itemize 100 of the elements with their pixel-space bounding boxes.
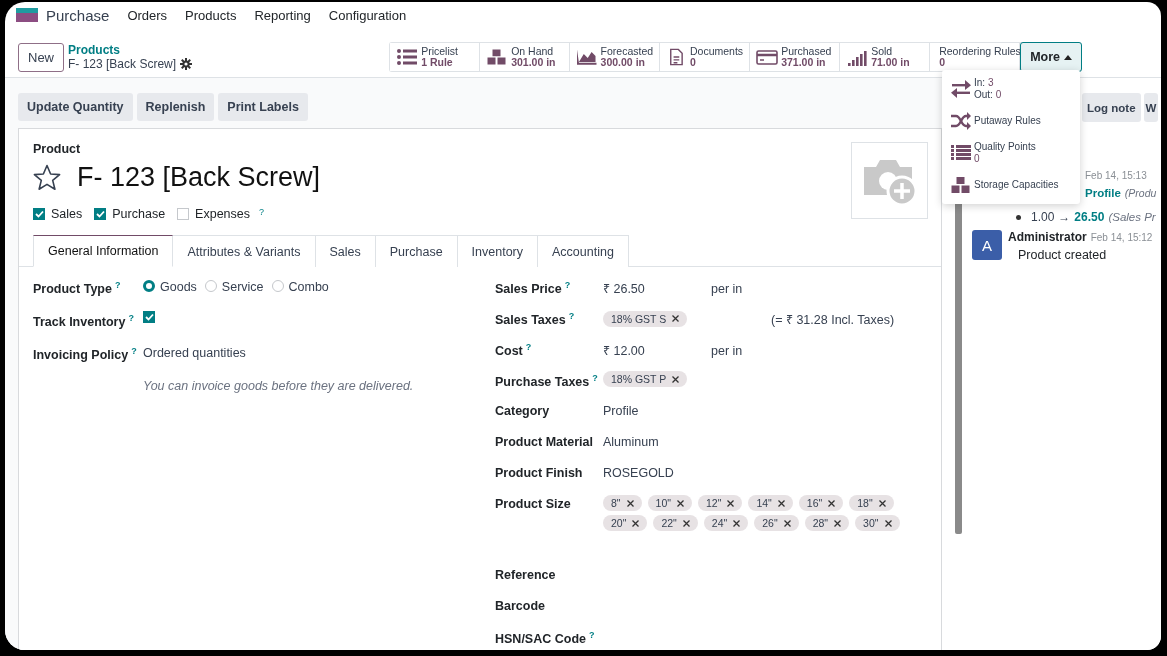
radio-label: Goods bbox=[160, 279, 197, 294]
tag[interactable]: 20" bbox=[603, 515, 648, 531]
unit-label: per in bbox=[711, 280, 743, 296]
menu-item[interactable]: Quality Points 0 bbox=[942, 138, 1080, 168]
menu-item[interactable]: In: 3 Out: 0 bbox=[942, 74, 1080, 104]
credit-card-icon bbox=[756, 48, 779, 66]
field-value[interactable]: Profile bbox=[603, 402, 639, 418]
action-button[interactable]: Replenish bbox=[136, 93, 215, 121]
tag[interactable]: 18% GST S bbox=[603, 310, 688, 327]
remove-icon[interactable] bbox=[884, 519, 892, 527]
tag[interactable]: 12" bbox=[698, 495, 743, 511]
remove-icon[interactable] bbox=[672, 315, 680, 322]
tag[interactable]: 18" bbox=[849, 495, 894, 511]
checkbox[interactable] bbox=[177, 208, 190, 220]
tab[interactable]: Sales bbox=[315, 235, 376, 267]
remove-icon[interactable] bbox=[672, 375, 680, 383]
remove-icon[interactable] bbox=[834, 519, 842, 527]
remove-icon[interactable] bbox=[777, 499, 785, 507]
smart-button[interactable]: Pricelist 1 Rule bbox=[390, 43, 481, 71]
arrow-icon: → bbox=[1058, 210, 1071, 224]
tab[interactable]: Attributes & Variants bbox=[173, 235, 316, 267]
star-icon[interactable] bbox=[33, 164, 61, 191]
remove-icon[interactable] bbox=[727, 499, 735, 507]
tab[interactable]: General Information bbox=[33, 235, 174, 267]
menu-item[interactable]: Putaway Rules bbox=[942, 106, 1080, 136]
new-button[interactable]: New bbox=[18, 42, 64, 72]
tracking-field: (Produ bbox=[1124, 187, 1157, 199]
checkbox-label: Purchase bbox=[112, 207, 166, 221]
tag[interactable]: 30" bbox=[855, 515, 900, 531]
avatar[interactable]: A bbox=[972, 230, 1002, 260]
record-title: F- 123 [Back Screw] bbox=[68, 57, 177, 71]
list-icon bbox=[950, 144, 972, 162]
tag[interactable]: 18% GST P bbox=[603, 371, 688, 387]
chatter-button[interactable]: W bbox=[1143, 93, 1159, 122]
remove-icon[interactable] bbox=[828, 499, 836, 507]
menu-item[interactable]: Reporting bbox=[254, 7, 311, 23]
tag[interactable]: 8" bbox=[603, 495, 642, 511]
action-button[interactable]: Print Labels bbox=[218, 93, 308, 121]
field-label: Invoicing Policy $^{?}$ bbox=[33, 345, 138, 363]
tab[interactable]: Inventory bbox=[457, 235, 538, 267]
tag[interactable]: 10" bbox=[647, 495, 692, 511]
checkbox[interactable] bbox=[143, 311, 155, 323]
remove-icon[interactable] bbox=[682, 519, 690, 527]
remove-icon[interactable] bbox=[783, 519, 791, 527]
field-value[interactable]: ROSEGOLD bbox=[603, 464, 674, 480]
action-button[interactable]: Update Quantity bbox=[18, 93, 133, 121]
app-name[interactable]: Purchase bbox=[46, 6, 110, 24]
radio-label: Combo bbox=[288, 279, 329, 294]
field-value[interactable]: ₹ 12.00 bbox=[603, 340, 703, 359]
tag[interactable]: 28" bbox=[804, 515, 850, 531]
more-button[interactable]: More bbox=[1020, 42, 1082, 72]
help-tooltip[interactable]: ? bbox=[259, 207, 264, 217]
field-label: Product Finish bbox=[495, 465, 584, 480]
tracking-value: Profile bbox=[1085, 187, 1121, 199]
field-label: Barcode bbox=[495, 598, 547, 613]
remove-icon[interactable] bbox=[626, 499, 634, 507]
remove-icon[interactable] bbox=[632, 519, 640, 527]
field-value[interactable]: Aluminum bbox=[603, 433, 659, 449]
field-label: Sales Price $^{?}$ bbox=[495, 279, 572, 297]
tag[interactable]: 22" bbox=[653, 515, 698, 531]
field-value[interactable]: ₹ 26.50 bbox=[603, 278, 703, 297]
message-author[interactable]: Administrator bbox=[1008, 230, 1087, 244]
field-label: Product Size bbox=[495, 496, 572, 511]
remove-icon[interactable] bbox=[878, 499, 886, 507]
tab[interactable]: Accounting bbox=[538, 235, 629, 267]
tag[interactable]: 24" bbox=[703, 515, 749, 531]
field-value[interactable]: Ordered quantities bbox=[143, 344, 246, 360]
tab[interactable]: Purchase bbox=[375, 235, 458, 267]
field-label: HSN/SAC Code $^{?}$ bbox=[495, 629, 596, 647]
menu-item[interactable]: Configuration bbox=[328, 7, 407, 23]
radio-button[interactable] bbox=[143, 280, 155, 292]
settings-icon[interactable] bbox=[180, 58, 193, 70]
product-name[interactable]: F- 123 [Back Screw] bbox=[77, 162, 321, 193]
radio-label: Service bbox=[221, 279, 264, 294]
field-label: Track Inventory $^{?}$ bbox=[33, 312, 135, 330]
field-label: Product Material bbox=[495, 434, 594, 449]
field-label: Reference bbox=[495, 567, 557, 582]
menu-item[interactable]: Storage Capacities bbox=[942, 170, 1080, 200]
checkbox[interactable] bbox=[33, 208, 45, 220]
field-label: Cost $^{?}$ bbox=[495, 341, 533, 359]
chatter-button[interactable]: Log note bbox=[1082, 93, 1141, 122]
shuffle-icon bbox=[950, 112, 972, 130]
menu-item[interactable]: Orders bbox=[127, 7, 168, 23]
message-text: Product created bbox=[1018, 248, 1108, 262]
breadcrumb-link[interactable]: Products bbox=[68, 43, 193, 57]
checkbox-label: Sales bbox=[51, 207, 83, 221]
exchange-icon bbox=[950, 80, 972, 98]
menu-item[interactable]: Products bbox=[185, 7, 237, 23]
checkbox[interactable] bbox=[94, 208, 107, 220]
field-hint: You can invoice goods before they are delivered. bbox=[142, 379, 415, 393]
field-label: Product Type $^{?}$ bbox=[33, 279, 122, 297]
remove-icon[interactable] bbox=[733, 519, 741, 527]
field-label: Product bbox=[33, 142, 82, 156]
tag[interactable]: 16" bbox=[798, 495, 844, 511]
remove-icon[interactable] bbox=[677, 499, 684, 507]
tag[interactable]: 14" bbox=[748, 495, 793, 511]
list-icon bbox=[396, 48, 419, 66]
field-label: Category bbox=[495, 403, 551, 418]
tag[interactable]: 26" bbox=[754, 515, 799, 531]
tracking-value: 1.00 bbox=[1031, 210, 1055, 224]
